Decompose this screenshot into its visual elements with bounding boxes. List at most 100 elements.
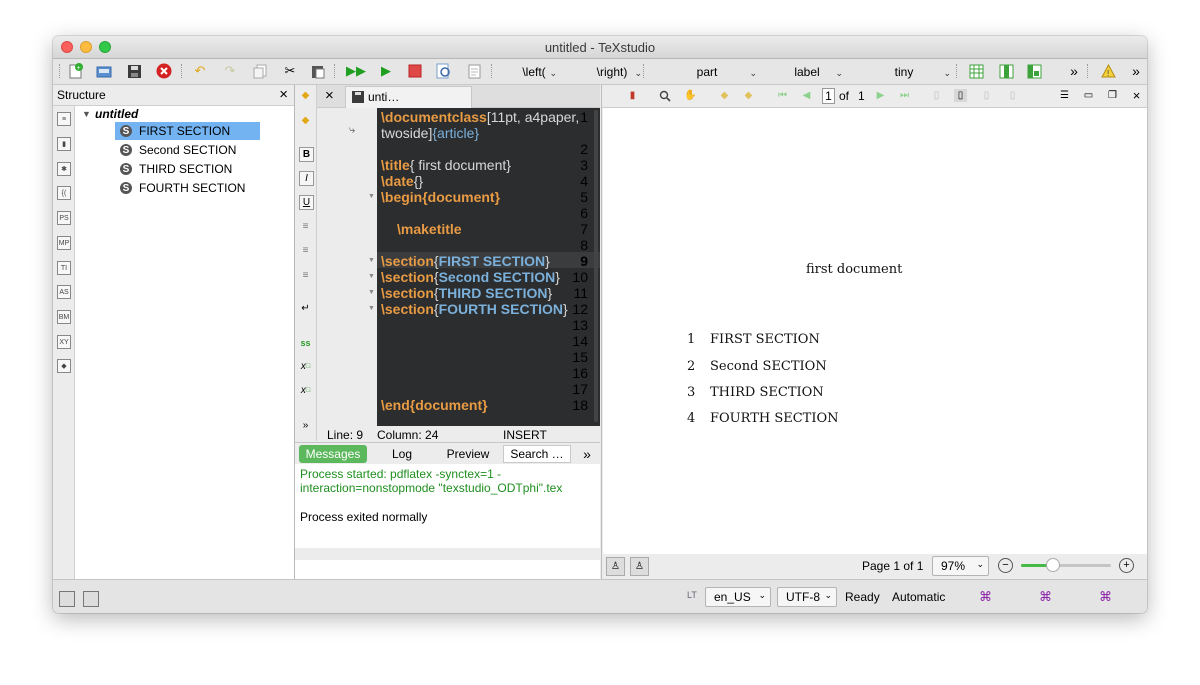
right-delimiter-dropdown[interactable]: \right) ⌄ xyxy=(576,62,648,81)
more-tabs-icon[interactable]: » xyxy=(579,445,595,463)
fold-arrow-icon[interactable]: ▼ xyxy=(368,289,375,296)
tab-search[interactable]: Search … xyxy=(503,445,571,463)
bookmark-next-icon[interactable]: ◆ xyxy=(299,114,312,127)
fit-width-icon[interactable]: ▯ xyxy=(980,89,993,102)
copy-icon[interactable] xyxy=(251,62,269,80)
fit-page-icon[interactable]: ▯ xyxy=(1006,89,1019,102)
expand-arrow-icon[interactable]: ▼ xyxy=(82,109,91,119)
tab-log[interactable]: Log xyxy=(369,445,435,463)
expand-toolbar-icon[interactable]: » xyxy=(299,419,312,432)
status-icon-1[interactable]: ⌘ xyxy=(979,589,992,605)
warning-icon[interactable]: ! xyxy=(1099,62,1117,80)
xymatrix-icon[interactable]: XY xyxy=(57,335,71,349)
pstricks-icon[interactable]: PS xyxy=(57,211,71,225)
zoom-select[interactable]: 97% ⌄ xyxy=(932,556,989,576)
special-chars-icon[interactable]: ◆ xyxy=(57,359,71,373)
sectioning-dropdown[interactable]: part ⌄ xyxy=(651,62,763,81)
sync-source-icon[interactable]: ♙ xyxy=(606,557,625,576)
toggle-messages-icon[interactable] xyxy=(83,591,99,607)
spellcheck-icon[interactable]: LT xyxy=(687,590,697,600)
table-row-icon[interactable] xyxy=(1025,62,1043,80)
undo-icon[interactable]: ↶ xyxy=(191,62,209,80)
tikz-icon[interactable]: TI xyxy=(57,261,71,275)
magnifier-icon[interactable] xyxy=(658,89,671,102)
structure-view-icon[interactable]: ≡ xyxy=(57,112,71,126)
paste-icon[interactable] xyxy=(309,62,327,80)
last-page-icon[interactable]: ⏭ xyxy=(898,89,911,102)
asymptote-icon[interactable]: AS xyxy=(57,285,71,299)
bookmark-prev-icon[interactable]: ◆ xyxy=(299,89,312,102)
bookmark-icon[interactable]: ▮ xyxy=(626,89,639,102)
save-icon[interactable] xyxy=(125,62,143,80)
cut-icon[interactable]: ✂ xyxy=(281,62,299,80)
zoom-in-icon[interactable]: + xyxy=(1119,558,1134,573)
tree-item-section-2[interactable]: S Second SECTION xyxy=(115,141,236,159)
metapost-icon[interactable]: MP xyxy=(57,236,71,250)
stop-icon[interactable] xyxy=(406,62,424,80)
newline-icon[interactable]: ↵ xyxy=(299,302,312,315)
hand-tool-icon[interactable]: ✋ xyxy=(684,89,697,102)
zoom-slider[interactable] xyxy=(1021,558,1111,572)
fold-arrow-icon[interactable]: ▼ xyxy=(368,273,375,280)
close-icon[interactable]: × xyxy=(279,86,288,103)
encoding-select[interactable]: UTF-8 ⌄ xyxy=(777,587,837,607)
page-number-input[interactable]: 1 xyxy=(822,88,835,104)
close-tab-icon[interactable]: × xyxy=(325,87,334,104)
align-right-icon[interactable]: ≡ xyxy=(299,269,312,282)
sync-view-icon[interactable]: ♙ xyxy=(630,557,649,576)
menu-icon[interactable]: ☰ xyxy=(1058,89,1071,102)
align-center-icon[interactable]: ≡ xyxy=(299,244,312,257)
editor-scrollbar[interactable] xyxy=(594,110,598,422)
reference-dropdown[interactable]: label ⌄ xyxy=(765,62,849,81)
beamer-icon[interactable]: BM xyxy=(57,310,71,324)
size-dropdown[interactable]: tiny ⌄ xyxy=(851,62,957,81)
tree-item-section-1[interactable]: S FIRST SECTION xyxy=(115,122,261,140)
language-select[interactable]: en_US ⌄ xyxy=(705,587,771,607)
tab-untitled[interactable]: unti… xyxy=(345,86,472,108)
window-icon[interactable]: ❐ xyxy=(1106,89,1119,102)
tab-preview[interactable]: Preview xyxy=(435,445,501,463)
status-icon-3[interactable]: ⌘ xyxy=(1099,589,1112,605)
italic-icon[interactable]: I xyxy=(299,171,314,186)
tree-item-section-3[interactable]: S THIRD SECTION xyxy=(115,160,232,178)
bookmarks-icon[interactable]: ▮ xyxy=(57,137,71,151)
previous-page-icon[interactable]: ◀ xyxy=(800,89,813,102)
tab-messages[interactable]: Messages xyxy=(299,445,367,463)
embed-icon[interactable]: ▭ xyxy=(1082,89,1095,102)
table-column-icon[interactable] xyxy=(997,62,1015,80)
bold-icon[interactable]: B xyxy=(299,147,314,162)
fold-arrow-icon[interactable]: ▼ xyxy=(368,193,375,200)
close-icon[interactable]: × xyxy=(1130,88,1143,103)
more-tools-icon[interactable]: » xyxy=(1127,62,1145,80)
new-file-icon[interactable]: + xyxy=(67,62,85,80)
close-file-icon[interactable] xyxy=(155,62,173,80)
symbols-icon[interactable]: ✱ xyxy=(57,162,71,176)
forward-icon[interactable]: ◆ xyxy=(742,89,755,102)
next-page-icon[interactable]: ▶ xyxy=(874,89,887,102)
build-view-icon[interactable]: ▶▶ xyxy=(346,62,366,80)
tree-root-untitled[interactable]: untitled xyxy=(95,107,138,121)
back-icon[interactable]: ◆ xyxy=(718,89,731,102)
view-log-icon[interactable] xyxy=(465,62,483,80)
status-icon-2[interactable]: ⌘ xyxy=(1039,589,1052,605)
single-page-icon[interactable]: ▯ xyxy=(930,89,943,102)
align-left-icon[interactable]: ≡ xyxy=(299,220,312,233)
underline-icon[interactable]: U xyxy=(299,195,314,210)
left-delimiter-dropdown[interactable]: \left(⌄ xyxy=(505,62,563,81)
first-page-icon[interactable]: ⏮ xyxy=(776,89,789,102)
open-file-icon[interactable] xyxy=(95,62,113,80)
continuous-icon[interactable]: ▯ xyxy=(954,89,967,102)
more-tools-icon[interactable]: » xyxy=(1065,62,1083,80)
subscript-icon[interactable]: x □ xyxy=(299,360,312,373)
pdf-page[interactable]: first document 1 FIRST SECTION 2 Second … xyxy=(603,108,1147,554)
code-editor[interactable]: ⤷ 1 2 3 4 5 6 7 8 9 10 11 12 13 14 15 16… xyxy=(317,108,600,426)
compile-icon[interactable]: ▶ xyxy=(377,62,395,80)
view-pdf-icon[interactable] xyxy=(435,62,453,80)
automatic-status[interactable]: Automatic xyxy=(892,590,945,604)
toggle-sidebar-icon[interactable] xyxy=(59,591,75,607)
tree-item-section-4[interactable]: S FOURTH SECTION xyxy=(115,179,245,197)
braces-icon[interactable]: {( xyxy=(57,186,71,200)
table-icon[interactable] xyxy=(967,62,985,80)
small-caps-icon[interactable]: ss xyxy=(299,336,312,349)
zoom-slider-knob[interactable] xyxy=(1045,558,1060,572)
